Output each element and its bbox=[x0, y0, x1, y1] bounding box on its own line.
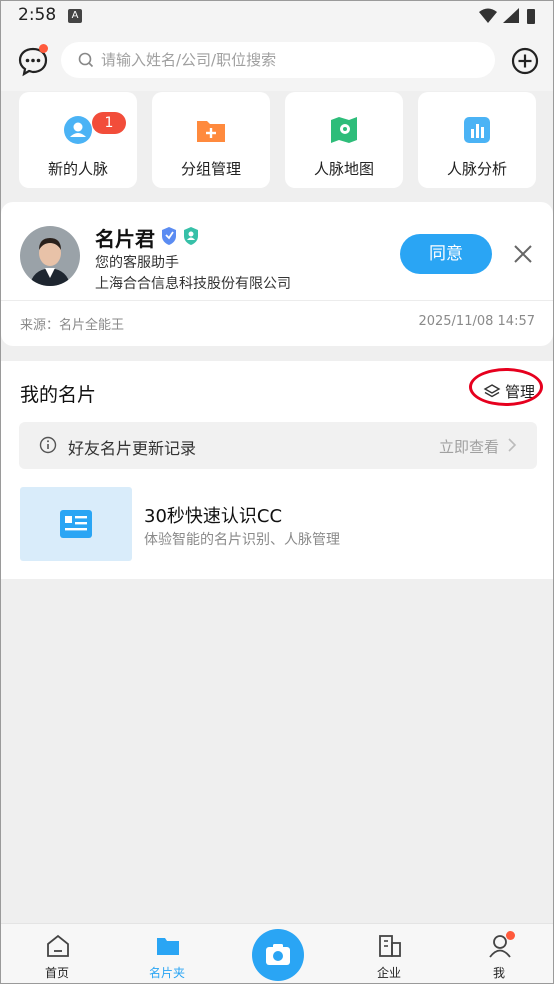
home-icon bbox=[45, 933, 71, 959]
verified-badges bbox=[161, 226, 201, 250]
contact-company: 上海合合信息科技股份有限公司 bbox=[95, 276, 291, 292]
agree-button[interactable]: 同意 bbox=[400, 234, 492, 274]
close-button[interactable] bbox=[511, 242, 535, 266]
tile-label: 人脉地图 bbox=[313, 160, 374, 178]
close-icon bbox=[514, 245, 532, 263]
chevron-right-icon bbox=[507, 437, 517, 457]
battery-icon bbox=[527, 9, 535, 24]
tab-enterprise[interactable]: 企业 bbox=[349, 924, 429, 983]
tab-card-holder[interactable]: 名片夹 bbox=[127, 924, 207, 983]
tile-group-manage[interactable]: 分组管理 bbox=[152, 92, 270, 188]
contact-name: 名片君 bbox=[95, 227, 155, 251]
business-card-icon bbox=[60, 510, 92, 538]
intro-thumbnail bbox=[20, 487, 132, 561]
status-bar: 2:58 A bbox=[1, 1, 553, 31]
update-label: 好友名片更新记录 bbox=[68, 439, 197, 458]
tile-contact-map[interactable]: 人脉地图 bbox=[285, 92, 403, 188]
tab-label: 名片夹 bbox=[148, 966, 185, 980]
request-source: 来源：名片全能王 bbox=[20, 318, 125, 333]
tab-label: 我 bbox=[492, 966, 505, 980]
add-button[interactable] bbox=[511, 47, 539, 75]
info-icon bbox=[39, 436, 57, 458]
chart-icon bbox=[461, 114, 493, 146]
tile-new-contacts[interactable]: 1 新的人脉 bbox=[19, 92, 137, 188]
view-now-link[interactable]: 立即查看 bbox=[439, 436, 499, 457]
signal-icon bbox=[503, 8, 519, 23]
tab-me[interactable]: 我 bbox=[459, 924, 539, 983]
my-cards-section: 我的名片 管理 好友名片更新记录 立即查看 30秒快速认识CC 体验智能的名片识… bbox=[1, 361, 553, 579]
search-box[interactable] bbox=[61, 42, 495, 78]
request-date: 2025/11/08 14:57 bbox=[418, 314, 535, 329]
intro-item[interactable]: 30秒快速认识CC 体验智能的名片识别、人脉管理 bbox=[20, 487, 537, 561]
top-bar bbox=[1, 31, 553, 91]
building-icon bbox=[377, 933, 403, 959]
highlight-ring bbox=[469, 368, 543, 406]
status-time: 2:58 bbox=[18, 5, 57, 25]
contact-title: 您的客服助手 bbox=[95, 255, 179, 271]
tile-contact-analysis[interactable]: 人脉分析 bbox=[418, 92, 536, 188]
tab-label: 首页 bbox=[44, 966, 69, 980]
contact-icon bbox=[62, 114, 94, 146]
folder-icon bbox=[155, 933, 181, 959]
friend-card-updates-row[interactable]: 好友名片更新记录 立即查看 bbox=[19, 422, 537, 469]
camera-icon bbox=[266, 944, 290, 965]
tab-home[interactable]: 首页 bbox=[17, 924, 97, 983]
wifi-icon bbox=[479, 8, 497, 23]
me-unread-dot bbox=[506, 931, 515, 940]
map-icon bbox=[328, 114, 360, 146]
status-icons bbox=[477, 7, 539, 29]
search-input[interactable] bbox=[101, 42, 481, 78]
quick-actions: 1 新的人脉 分组管理 人脉地图 人脉分析 bbox=[19, 92, 537, 188]
app-screen: 2:58 A 请输入姓名/公司/职位搜索 1 新的人脉 分组管理 人脉地图 人脉… bbox=[0, 0, 554, 984]
contact-request-card[interactable]: 名片君 您的客服助手 上海合合信息科技股份有限公司 同意 来源：名片全能王 20… bbox=[1, 202, 553, 346]
avatar bbox=[20, 226, 80, 286]
divider bbox=[1, 300, 553, 301]
message-unread-dot bbox=[39, 44, 48, 53]
section-title: 我的名片 bbox=[20, 384, 97, 406]
tile-label: 新的人脉 bbox=[47, 160, 108, 178]
tab-label: 企业 bbox=[376, 966, 401, 980]
intro-subtitle: 体验智能的名片识别、人脉管理 bbox=[144, 532, 340, 548]
plus-circle-icon bbox=[511, 47, 539, 75]
verified-shield-icon bbox=[162, 227, 176, 245]
intro-title: 30秒快速认识CC bbox=[144, 506, 283, 527]
folder-add-icon bbox=[195, 114, 227, 146]
notification-icon: A bbox=[68, 9, 82, 23]
tile-label: 分组管理 bbox=[180, 160, 241, 178]
tile-label: 人脉分析 bbox=[446, 160, 507, 178]
search-icon bbox=[78, 52, 94, 72]
camera-button[interactable] bbox=[252, 929, 304, 981]
bottom-tab-bar: 首页 名片夹 企业 我 bbox=[1, 923, 553, 983]
new-contacts-badge: 1 bbox=[92, 112, 126, 134]
